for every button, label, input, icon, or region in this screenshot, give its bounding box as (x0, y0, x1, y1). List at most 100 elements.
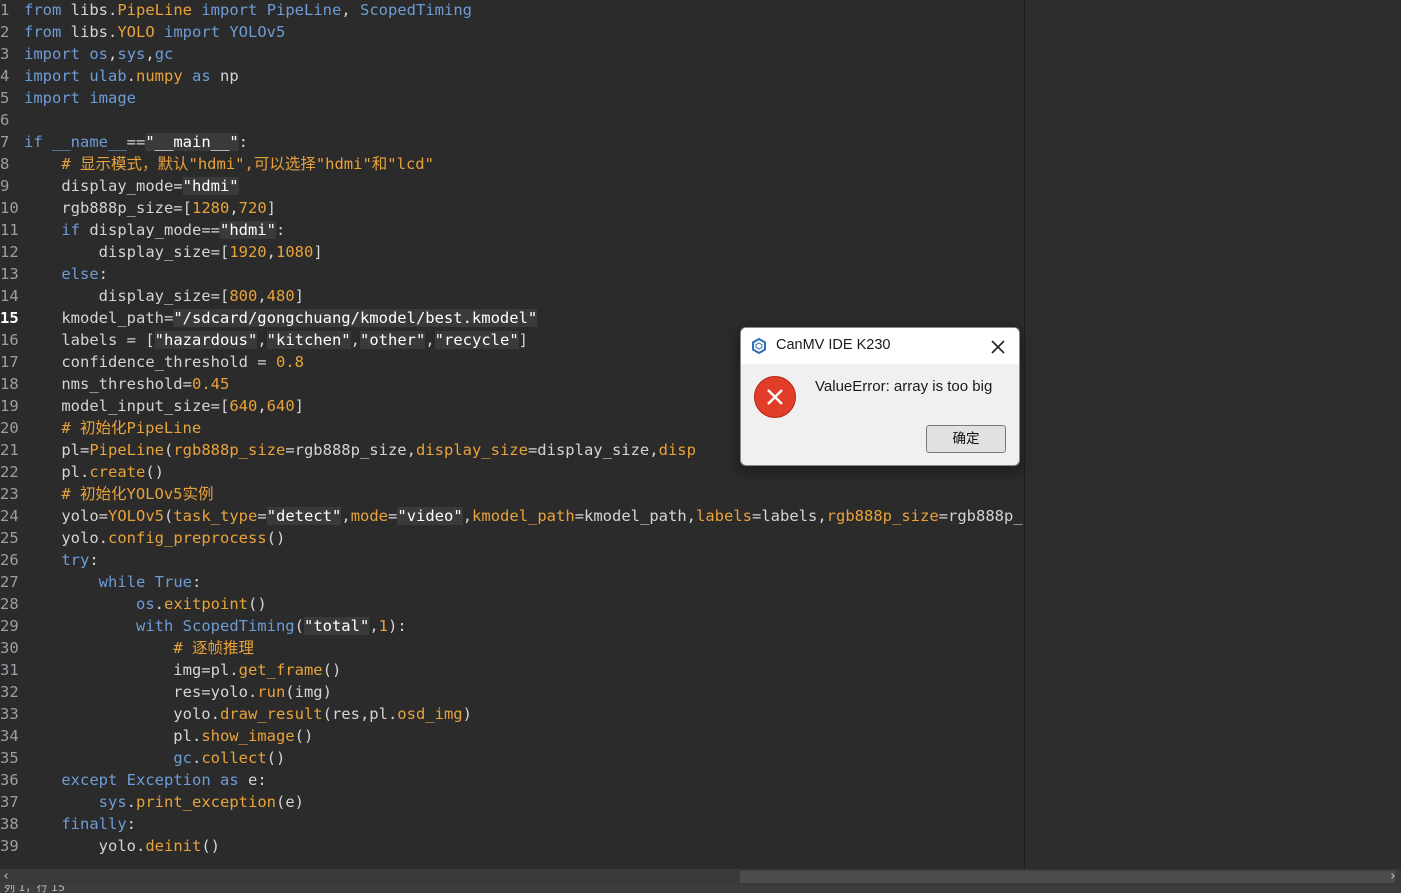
code-token: yolo. (24, 529, 108, 547)
code-line[interactable]: 2 from libs.YOLO import YOLOv5 (0, 21, 1024, 43)
scroll-left-icon[interactable]: ‹ (0, 869, 12, 885)
horizontal-scrollbar[interactable]: ‹ › (0, 869, 1401, 885)
code-token: display_size=[ (24, 287, 230, 305)
code-token: ] (266, 199, 276, 217)
code-line[interactable]: 38 finally: (0, 813, 1024, 835)
code-token: import (164, 23, 220, 41)
code-token: : (192, 573, 202, 591)
code-token: labels = [ (24, 331, 155, 349)
line-number: 14 (0, 287, 19, 305)
code-token: , (145, 45, 155, 63)
code-token: Exception (126, 771, 211, 789)
code-token: ScopedTiming (182, 617, 295, 635)
code-text: try: (24, 549, 98, 571)
code-line[interactable]: 14 display_size=[800,480] (0, 285, 1024, 307)
code-token: () (294, 727, 314, 745)
code-line[interactable]: 35 gc.collect() (0, 747, 1024, 769)
code-token: pl. (24, 463, 90, 481)
code-line[interactable]: 24 yolo=YOLOv5(task_type="detect",mode="… (0, 505, 1024, 527)
code-text: from libs.PipeLine import PipeLine, Scop… (24, 0, 472, 21)
code-line[interactable]: 15 kmodel_path="/sdcard/gongchuang/kmode… (0, 307, 1024, 329)
line-number: 33 (0, 705, 19, 723)
code-line[interactable]: 23 # 初始化YOLOv5实例 (0, 483, 1024, 505)
line-number: 18 (0, 375, 19, 393)
code-token: : (238, 133, 249, 151)
code-token: confidence_threshold = (24, 353, 276, 371)
code-line[interactable]: 26 try: (0, 549, 1024, 571)
code-line[interactable]: 31 img=pl.get_frame() (0, 659, 1024, 681)
line-number: 15 (0, 309, 19, 327)
code-text: kmodel_path="/sdcard/gongchuang/kmodel/b… (24, 307, 538, 329)
code-line[interactable]: 12 display_size=[1920,1080] (0, 241, 1024, 263)
code-line[interactable]: 32 res=yolo.run(img) (0, 681, 1024, 703)
code-line[interactable]: 9 display_mode="hdmi" (0, 175, 1024, 197)
code-text: display_size=[1920,1080] (24, 241, 323, 263)
code-token: import (24, 89, 80, 107)
code-line[interactable]: 27 while True: (0, 571, 1024, 593)
code-token: True (154, 573, 192, 591)
code-token: , (266, 243, 276, 261)
code-text: except Exception as e: (24, 769, 266, 791)
side-panel (1024, 0, 1401, 869)
line-number: 38 (0, 815, 19, 833)
code-token: np (210, 67, 239, 85)
code-text: yolo=YOLOv5(task_type="detect",mode="vid… (24, 505, 1024, 527)
code-line[interactable]: 29 with ScopedTiming("total",1): (0, 615, 1024, 637)
code-line[interactable]: 8 # 显示模式，默认"hdmi",可以选择"hdmi"和"lcd" (0, 153, 1024, 175)
code-token: ] (294, 397, 304, 415)
code-line[interactable]: 11 if display_mode=="hdmi": (0, 219, 1024, 241)
code-token: 1920 (229, 243, 267, 261)
code-token: rgb888p_size (173, 441, 286, 459)
code-line[interactable]: 33 yolo.draw_result(res,pl.osd_img) (0, 703, 1024, 725)
code-text: labels = ["hazardous","kitchen","other",… (24, 329, 528, 351)
code-line[interactable]: 25 yolo.config_preprocess() (0, 527, 1024, 549)
code-token: == (126, 133, 146, 151)
code-token: if (24, 133, 43, 151)
code-line[interactable]: 5 import image (0, 87, 1024, 109)
code-line[interactable]: 1 from libs.PipeLine import PipeLine, Sco… (0, 0, 1024, 21)
code-line[interactable]: 34 pl.show_image() (0, 725, 1024, 747)
code-token: collect (201, 749, 267, 767)
code-line[interactable]: 30 # 逐帧推理 (0, 637, 1024, 659)
code-token: =display_size, (527, 441, 659, 459)
scrollbar-thumb[interactable] (740, 871, 1395, 883)
ok-button[interactable]: 确定 (926, 425, 1006, 453)
code-token: gc (154, 45, 174, 63)
close-icon (991, 340, 1005, 354)
code-token: ] (294, 287, 304, 305)
code-token: pl. (24, 727, 202, 745)
code-text: pl.show_image() (24, 725, 313, 747)
dialog-titlebar[interactable]: CanMV IDE K230 (741, 328, 1019, 364)
code-text: sys.print_exception(e) (24, 791, 304, 813)
code-token: 800 (229, 287, 258, 305)
close-button[interactable] (985, 334, 1011, 358)
code-token: import (24, 45, 80, 63)
code-text: img=pl.get_frame() (24, 659, 341, 681)
code-line[interactable]: 28 os.exitpoint() (0, 593, 1024, 615)
line-number: 24 (0, 507, 19, 525)
code-line[interactable]: 36 except Exception as e: (0, 769, 1024, 791)
code-line[interactable]: 13 else: (0, 263, 1024, 285)
code-text: from libs.YOLO import YOLOv5 (24, 21, 285, 43)
code-line[interactable]: 10 rgb888p_size=[1280,720] (0, 197, 1024, 219)
line-number: 13 (0, 265, 19, 283)
code-line[interactable]: 3 import os,sys,gc (0, 43, 1024, 65)
code-line[interactable]: 4 import ulab.numpy as np (0, 65, 1024, 87)
code-line[interactable]: 7 if __name__=="__main__": (0, 131, 1024, 153)
code-token: : (275, 221, 286, 239)
code-token: display_size (415, 441, 528, 459)
code-line[interactable]: 39 yolo.deinit() (0, 835, 1024, 857)
line-number: 23 (0, 485, 19, 503)
code-line[interactable]: 37 sys.print_exception(e) (0, 791, 1024, 813)
scroll-right-icon[interactable]: › (1387, 869, 1399, 885)
code-line[interactable]: 6 (0, 109, 1024, 131)
line-number: 26 (0, 551, 19, 569)
